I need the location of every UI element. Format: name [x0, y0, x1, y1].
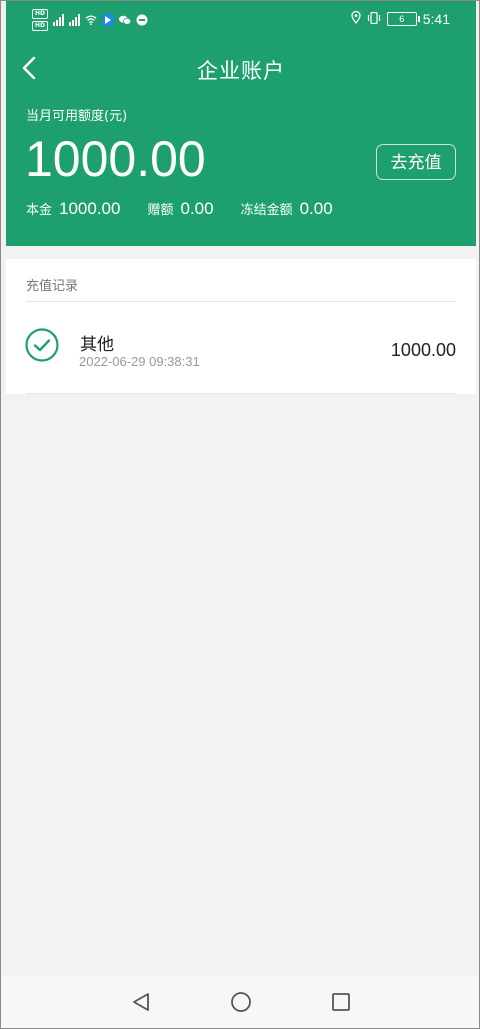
- system-navigation-bar: [1, 976, 479, 1028]
- principal-label: 本金: [26, 203, 53, 218]
- system-recents-button[interactable]: [328, 989, 354, 1015]
- quota-value: 1000.00: [25, 131, 206, 187]
- home-circle-icon: [231, 992, 251, 1012]
- hd-badge: HD: [32, 21, 48, 31]
- hd-badge: HD: [32, 9, 48, 19]
- notification-icon: [102, 14, 114, 26]
- divider: [26, 393, 456, 394]
- frozen-value: 0.00: [299, 199, 333, 218]
- status-bar-left: HD HD: [32, 9, 148, 31]
- hd-indicators: HD HD: [32, 9, 48, 31]
- principal-value: 1000.00: [59, 199, 121, 218]
- recents-square-icon: [332, 993, 350, 1011]
- status-bar-right: 6 5:41: [351, 10, 450, 27]
- message-icon: [136, 14, 148, 26]
- vibrate-icon: [367, 11, 381, 27]
- recharge-records: 充值记录 其他 2022-06-29 09:38:31 1000.00: [6, 259, 476, 394]
- bonus-label: 赠额: [147, 203, 174, 218]
- signal-icon: [69, 14, 80, 26]
- record-amount: 1000.00: [390, 340, 456, 360]
- quota-label: 当月可用额度(元): [26, 109, 128, 124]
- records-title: 充值记录: [26, 279, 79, 294]
- back-triangle-icon: [133, 993, 149, 1011]
- system-back-button[interactable]: [128, 989, 154, 1015]
- account-header: HD HD 6 5:41 企业账户 当月可用额度(元) 1000.00 去充值 …: [6, 1, 476, 246]
- location-icon: [351, 10, 361, 27]
- principal-item: 本金 1000.00: [26, 199, 120, 219]
- battery-icon: 6: [386, 12, 420, 26]
- navigation-bar: 企业账户: [6, 43, 476, 93]
- bonus-item: 赠额 0.00: [147, 199, 213, 219]
- recharge-button[interactable]: 去充值: [376, 144, 456, 180]
- wifi-icon: [85, 14, 97, 26]
- list-item[interactable]: 其他 2022-06-29 09:38:31 1000.00: [6, 302, 476, 392]
- battery-level: 6: [399, 14, 405, 24]
- bonus-value: 0.00: [180, 199, 214, 218]
- record-name: 其他: [80, 335, 114, 355]
- frozen-item: 冻结金额 0.00: [241, 199, 333, 219]
- screen: HD HD 6 5:41 企业账户 当月可用额度(元) 1000.00 去充值 …: [0, 0, 480, 1029]
- signal-icon: [53, 14, 64, 26]
- check-circle-icon: [25, 328, 59, 362]
- status-bar: HD HD 6 5:41: [6, 1, 476, 41]
- page-title: 企业账户: [197, 59, 285, 83]
- balance-breakdown: 本金 1000.00 赠额 0.00 冻结金额 0.00: [26, 199, 333, 219]
- system-home-button[interactable]: [228, 989, 254, 1015]
- wechat-icon: [119, 14, 131, 26]
- frozen-label: 冻结金额: [240, 203, 293, 218]
- record-time: 2022-06-29 09:38:31: [79, 354, 200, 369]
- status-time: 5:41: [422, 11, 450, 27]
